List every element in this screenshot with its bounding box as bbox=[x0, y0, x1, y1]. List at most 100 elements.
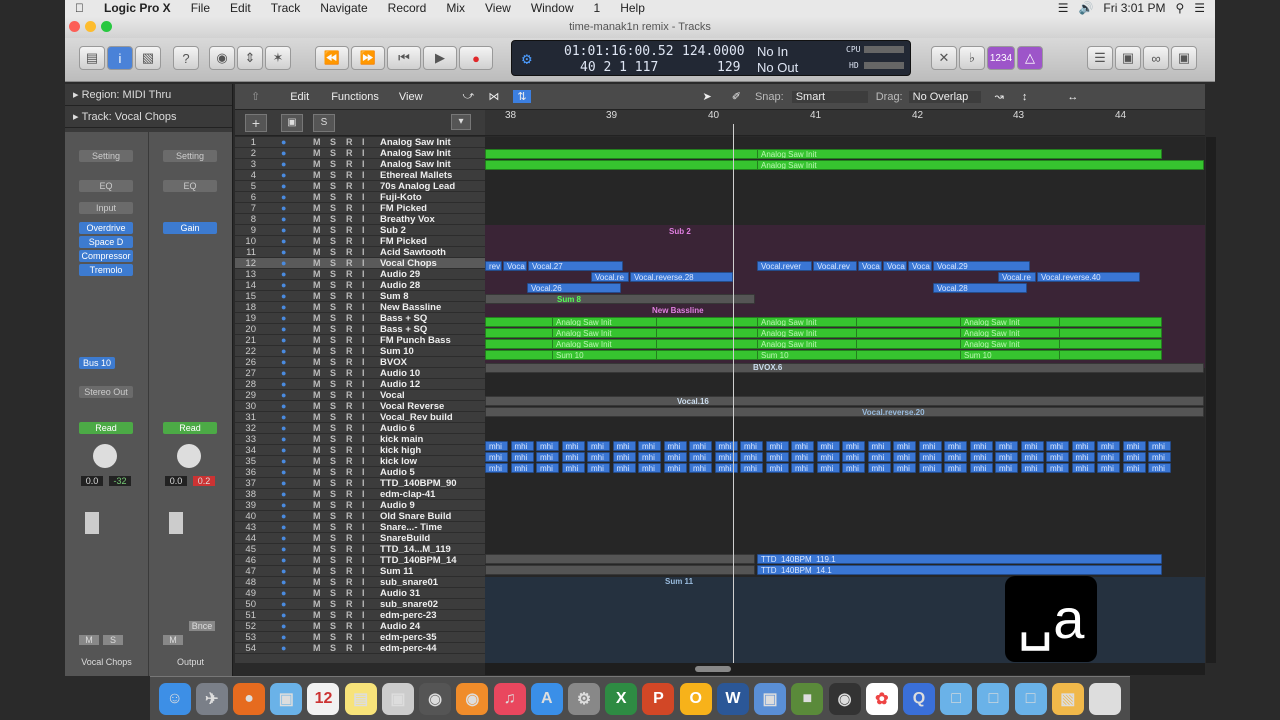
kick-region[interactable]: mhi bbox=[995, 441, 1018, 451]
preview-icon[interactable]: ▣ bbox=[270, 682, 303, 715]
input-monitor-button[interactable]: I bbox=[362, 456, 365, 467]
loop-browser-button[interactable]: ∞ bbox=[1143, 46, 1169, 70]
mute-button[interactable]: M bbox=[313, 137, 321, 148]
kick-region[interactable]: mhi bbox=[893, 441, 916, 451]
notepad-button[interactable]: ▣ bbox=[1115, 46, 1141, 70]
track-name[interactable]: kick main bbox=[380, 434, 476, 445]
solo-button[interactable]: S bbox=[330, 544, 336, 555]
record-enable-button[interactable]: R bbox=[346, 302, 353, 313]
track-row[interactable]: 32 ● M S R I Audio 6 bbox=[235, 423, 485, 434]
input-monitor-button[interactable]: I bbox=[362, 313, 365, 324]
track-row[interactable]: 49 ● M S R I Audio 31 bbox=[235, 588, 485, 599]
region-bass-3c[interactable]: Analog Saw Init bbox=[960, 339, 1060, 349]
tuner-button[interactable]: ♭ bbox=[959, 46, 985, 70]
solo-button[interactable]: S bbox=[330, 478, 336, 489]
solo-button[interactable]: S bbox=[330, 632, 336, 643]
track-name[interactable]: Analog Saw Init bbox=[380, 159, 476, 170]
track-name[interactable]: Breathy Vox bbox=[380, 214, 476, 225]
input-monitor-button[interactable]: I bbox=[362, 467, 365, 478]
photos-icon[interactable]: ✿ bbox=[865, 682, 898, 715]
track-row[interactable]: 50 ● M S R Isub_snare02 bbox=[235, 599, 485, 610]
track-row[interactable]: 35 ● M S R Ikick low bbox=[235, 456, 485, 467]
mute-button[interactable]: M bbox=[313, 467, 321, 478]
track-name[interactable]: Fuji-Koto bbox=[380, 192, 476, 203]
kick-region[interactable]: mhi bbox=[918, 452, 942, 462]
record-button[interactable]: ● bbox=[459, 46, 493, 70]
solo-button[interactable]: S bbox=[330, 401, 336, 412]
kick-region[interactable]: mhi bbox=[536, 463, 559, 473]
mute-button[interactable]: M bbox=[313, 423, 321, 434]
snap-select[interactable]: Smart bbox=[791, 90, 868, 103]
search-icon[interactable]: ⚲ bbox=[1175, 1, 1184, 15]
record-enable-button[interactable]: R bbox=[346, 423, 353, 434]
trash-icon[interactable]: ♺ bbox=[1089, 682, 1122, 715]
kick-region[interactable]: mhi bbox=[1020, 452, 1044, 462]
input-monitor-button[interactable]: I bbox=[362, 181, 365, 192]
input-monitor-button[interactable]: I bbox=[362, 511, 365, 522]
track-name[interactable]: Vocal Reverse bbox=[380, 401, 476, 412]
solo-button[interactable]: S bbox=[330, 643, 336, 654]
track-row[interactable]: 28 ● M S R I Audio 12 bbox=[235, 379, 485, 390]
solo-button[interactable]: S bbox=[330, 456, 336, 467]
input-monitor-button[interactable]: I bbox=[362, 159, 365, 170]
record-enable-button[interactable]: R bbox=[346, 522, 353, 533]
record-enable-button[interactable]: R bbox=[346, 368, 353, 379]
output-slot[interactable]: Stereo Out bbox=[79, 386, 133, 398]
mute-button[interactable]: M bbox=[313, 478, 321, 489]
mute-button[interactable]: M bbox=[313, 225, 321, 236]
kick-region[interactable]: mhi bbox=[714, 452, 738, 462]
wifi-icon[interactable]: ☰ bbox=[1058, 1, 1069, 15]
record-enable-button[interactable]: R bbox=[346, 335, 353, 346]
record-enable-button[interactable]: R bbox=[346, 247, 353, 258]
input-monitor-button[interactable]: I bbox=[362, 302, 365, 313]
solo-button[interactable]: S bbox=[330, 302, 336, 313]
kick-region[interactable]: mhi bbox=[1046, 441, 1069, 451]
input-monitor-button[interactable]: I bbox=[362, 533, 365, 544]
track-row[interactable]: 10 ● M S R I FM Picked bbox=[235, 236, 485, 247]
track-name[interactable]: Bass + SQ bbox=[380, 313, 476, 324]
input-monitor-button[interactable]: I bbox=[362, 434, 365, 445]
solo-button[interactable]: S bbox=[330, 313, 336, 324]
solo-button[interactable]: S bbox=[330, 566, 336, 577]
kick-region[interactable]: mhi bbox=[740, 463, 763, 473]
solo-button[interactable]: S bbox=[330, 236, 336, 247]
kick-region[interactable]: mhi bbox=[944, 452, 967, 462]
solo-button[interactable]: S bbox=[330, 500, 336, 511]
track-row[interactable]: 51 ● M S R Iedm-perc-23 bbox=[235, 610, 485, 621]
record-enable-button[interactable]: R bbox=[346, 291, 353, 302]
horizontal-scrollbar[interactable] bbox=[485, 663, 1205, 675]
kick-region[interactable]: mhi bbox=[765, 452, 789, 462]
track-row[interactable]: 33 ● M S R Ikick main bbox=[235, 434, 485, 445]
track-name[interactable]: Audio 31 bbox=[380, 588, 476, 599]
track-name[interactable]: Sum 10 bbox=[380, 346, 476, 357]
mute-button[interactable]: M bbox=[313, 621, 321, 632]
record-enable-button[interactable]: R bbox=[346, 401, 353, 412]
region-sum11[interactable]: Sum 11 bbox=[665, 577, 693, 586]
solo-button[interactable]: S bbox=[330, 170, 336, 181]
track-name[interactable]: Audio 5 bbox=[380, 467, 476, 478]
solo-button[interactable]: S bbox=[330, 346, 336, 357]
solo-button[interactable]: S bbox=[330, 203, 336, 214]
track-row[interactable]: 34 ● M S R Ikick high bbox=[235, 445, 485, 456]
input-monitor-button[interactable]: I bbox=[362, 192, 365, 203]
kick-region[interactable]: mhi bbox=[842, 441, 865, 451]
record-enable-button[interactable]: R bbox=[346, 159, 353, 170]
record-enable-button[interactable]: R bbox=[346, 280, 353, 291]
track-row[interactable]: 1 ● M S R I Analog Saw Init bbox=[235, 137, 485, 148]
mute-button[interactable]: M bbox=[313, 533, 321, 544]
record-enable-button[interactable]: R bbox=[346, 467, 353, 478]
track-row[interactable]: 21 ● M S R I FM Punch Bass bbox=[235, 335, 485, 346]
automation-mode[interactable]: Read bbox=[79, 422, 133, 434]
region-saw-1b[interactable]: Analog Saw Init bbox=[757, 149, 1162, 159]
region-bvox[interactable]: BVOX.6 bbox=[753, 363, 782, 372]
track-name[interactable]: New Bassline bbox=[380, 302, 476, 313]
kick-region[interactable]: mhi bbox=[944, 463, 967, 473]
track-name[interactable]: Audio 29 bbox=[380, 269, 476, 280]
record-enable-button[interactable]: R bbox=[346, 192, 353, 203]
kick-region[interactable]: mhi bbox=[612, 452, 636, 462]
solo-button[interactable]: S bbox=[330, 412, 336, 423]
record-enable-button[interactable]: R bbox=[346, 324, 353, 335]
smart-controls-button[interactable]: ◉ bbox=[209, 46, 235, 70]
input-monitor-button[interactable]: I bbox=[362, 214, 365, 225]
menu-view[interactable]: View bbox=[475, 1, 521, 15]
